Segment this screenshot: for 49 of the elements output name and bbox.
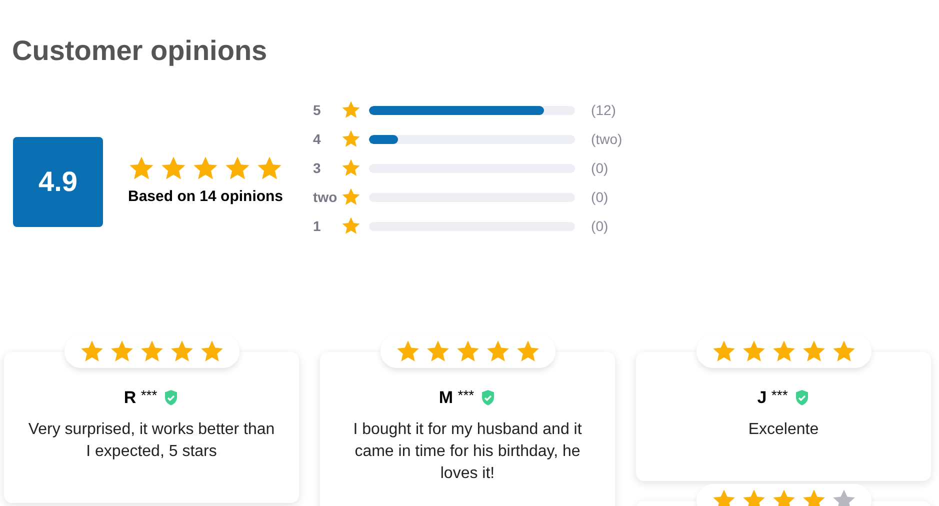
star-icon xyxy=(741,339,766,364)
rating-label: 5 xyxy=(313,100,322,120)
rating-label: two xyxy=(313,188,338,206)
rating-count: (12) xyxy=(591,100,616,120)
star-icon xyxy=(771,339,796,364)
rating-label: 4 xyxy=(313,130,322,148)
star-icon xyxy=(831,488,856,506)
reviewer-name: J *** xyxy=(757,386,788,409)
star-icon xyxy=(199,339,224,364)
review-text: I bought it for my husband and it came in time for his birthday, he loves it! xyxy=(352,420,583,484)
rating-count: (0) xyxy=(591,216,608,236)
star-icon xyxy=(160,154,187,182)
review-text: Excelente xyxy=(748,420,819,440)
rating-label: 1 xyxy=(313,216,322,236)
star-icon xyxy=(771,488,796,506)
star-icon xyxy=(711,488,736,506)
star-icon xyxy=(169,339,194,364)
star-icon xyxy=(801,339,826,364)
star-icon xyxy=(109,339,134,364)
star-icon xyxy=(425,339,450,364)
rating-count: (0) xyxy=(591,188,608,207)
star-icon xyxy=(128,154,155,182)
star-icon xyxy=(341,100,362,120)
page-title: Customer opinions xyxy=(12,34,268,68)
star-icon xyxy=(341,129,362,149)
star-icon xyxy=(224,154,251,182)
star-icon xyxy=(801,488,826,506)
star-icon xyxy=(192,154,219,182)
star-icon xyxy=(79,339,104,364)
star-icon xyxy=(831,339,856,364)
star-icon xyxy=(341,158,362,178)
rating-count: (two) xyxy=(591,130,622,149)
star-icon xyxy=(139,339,164,364)
star-icon xyxy=(341,187,362,207)
star-icon xyxy=(711,339,736,364)
star-icon xyxy=(341,216,362,236)
star-icon xyxy=(741,488,766,506)
star-icon xyxy=(256,154,283,182)
rating-label: 3 xyxy=(313,158,322,178)
review-text: Very surprised, it works better than I expected, 5 stars xyxy=(27,420,276,462)
star-icon xyxy=(455,339,480,364)
rating-count: (0) xyxy=(591,158,608,178)
opinion-count: Based on 14 opinions xyxy=(128,186,284,207)
reviewer-name: R *** xyxy=(124,386,158,409)
reviewer-name: M *** xyxy=(438,386,474,409)
score-box: 4.9 xyxy=(13,136,103,226)
star-icon xyxy=(515,339,540,364)
star-icon xyxy=(395,339,420,364)
star-icon xyxy=(485,339,510,364)
